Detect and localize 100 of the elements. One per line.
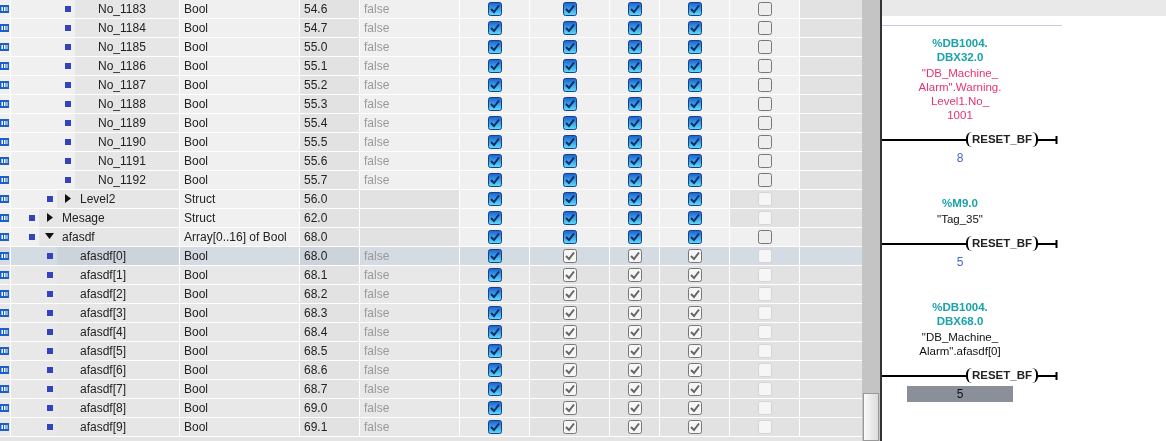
checkbox[interactable]: [687, 21, 702, 35]
checkbox[interactable]: [562, 401, 577, 415]
checkbox[interactable]: [627, 230, 642, 244]
checkbox[interactable]: [627, 97, 642, 111]
checkbox[interactable]: [562, 287, 577, 301]
checkbox[interactable]: [487, 230, 502, 244]
table-row[interactable]: No_1190 Bool 55.5 false: [0, 133, 862, 152]
scrollbar-thumb[interactable]: [863, 393, 879, 441]
checkbox[interactable]: [627, 116, 642, 130]
collapse-arrow-icon[interactable]: [45, 233, 54, 239]
checkbox[interactable]: [562, 154, 577, 168]
checkbox[interactable]: [687, 325, 702, 339]
checkbox[interactable]: [487, 154, 502, 168]
checkbox[interactable]: [687, 192, 702, 206]
checkbox[interactable]: [562, 173, 577, 187]
table-row[interactable]: No_1189 Bool 55.4 false: [0, 114, 862, 133]
checkbox[interactable]: [757, 2, 772, 16]
checkbox[interactable]: [687, 116, 702, 130]
checkbox[interactable]: [687, 306, 702, 320]
checkbox[interactable]: [627, 135, 642, 149]
coil-instruction[interactable]: RESET_BF: [965, 236, 1038, 251]
checkbox[interactable]: [562, 40, 577, 54]
table-row[interactable]: afasdf[9] Bool 69.1 false: [0, 418, 862, 437]
checkbox[interactable]: [562, 325, 577, 339]
checkbox[interactable]: [487, 363, 502, 377]
checkbox[interactable]: [627, 249, 642, 263]
checkbox[interactable]: [487, 40, 502, 54]
checkbox[interactable]: [562, 135, 577, 149]
checkbox[interactable]: [757, 230, 772, 244]
checkbox[interactable]: [687, 363, 702, 377]
table-row[interactable]: afasdf Array[0..16] of Bool 68.0: [0, 228, 862, 247]
checkbox[interactable]: [627, 287, 642, 301]
checkbox[interactable]: [487, 21, 502, 35]
checkbox[interactable]: [487, 420, 502, 434]
checkbox[interactable]: [562, 59, 577, 73]
table-row[interactable]: No_1187 Bool 55.2 false: [0, 76, 862, 95]
checkbox[interactable]: [562, 268, 577, 282]
checkbox[interactable]: [687, 401, 702, 415]
table-row[interactable]: afasdf[2] Bool 68.2 false: [0, 285, 862, 304]
checkbox[interactable]: [627, 325, 642, 339]
table-row[interactable]: afasdf[5] Bool 68.5 false: [0, 342, 862, 361]
checkbox[interactable]: [562, 344, 577, 358]
checkbox[interactable]: [687, 420, 702, 434]
checkbox[interactable]: [627, 59, 642, 73]
table-row[interactable]: afasdf[6] Bool 68.6 false: [0, 361, 862, 380]
checkbox[interactable]: [627, 420, 642, 434]
table-row[interactable]: afasdf[7] Bool 68.7 false: [0, 380, 862, 399]
checkbox[interactable]: [627, 154, 642, 168]
checkbox[interactable]: [487, 382, 502, 396]
checkbox[interactable]: [487, 192, 502, 206]
checkbox[interactable]: [687, 268, 702, 282]
checkbox[interactable]: [687, 230, 702, 244]
checkbox[interactable]: [627, 211, 642, 225]
checkbox[interactable]: [562, 78, 577, 92]
table-row[interactable]: afasdf[1] Bool 68.1 false: [0, 266, 862, 285]
table-row[interactable]: No_1192 Bool 55.7 false: [0, 171, 862, 190]
checkbox[interactable]: [562, 363, 577, 377]
coil-instruction[interactable]: RESET_BF: [965, 368, 1038, 383]
checkbox[interactable]: [487, 325, 502, 339]
checkbox[interactable]: [687, 249, 702, 263]
checkbox[interactable]: [562, 249, 577, 263]
table-row[interactable]: afasdf[8] Bool 69.0 false: [0, 399, 862, 418]
expand-arrow-icon[interactable]: [65, 194, 71, 203]
table-row[interactable]: No_1186 Bool 55.1 false: [0, 57, 862, 76]
checkbox[interactable]: [487, 173, 502, 187]
checkbox[interactable]: [487, 268, 502, 282]
checkbox[interactable]: [487, 78, 502, 92]
checkbox[interactable]: [687, 2, 702, 16]
checkbox[interactable]: [627, 344, 642, 358]
checkbox[interactable]: [627, 401, 642, 415]
checkbox[interactable]: [687, 211, 702, 225]
checkbox[interactable]: [487, 97, 502, 111]
checkbox[interactable]: [757, 97, 772, 111]
checkbox[interactable]: [487, 211, 502, 225]
table-row[interactable]: No_1185 Bool 55.0 false: [0, 38, 862, 57]
checkbox[interactable]: [562, 97, 577, 111]
checkbox[interactable]: [487, 344, 502, 358]
table-row[interactable]: afasdf[3] Bool 68.3 false: [0, 304, 862, 323]
checkbox[interactable]: [627, 382, 642, 396]
checkbox[interactable]: [757, 135, 772, 149]
checkbox[interactable]: [487, 2, 502, 16]
checkbox[interactable]: [687, 40, 702, 54]
checkbox[interactable]: [487, 116, 502, 130]
checkbox[interactable]: [757, 173, 772, 187]
table-row[interactable]: No_1191 Bool 55.6 false: [0, 152, 862, 171]
checkbox[interactable]: [487, 287, 502, 301]
checkbox[interactable]: [627, 21, 642, 35]
checkbox[interactable]: [562, 192, 577, 206]
checkbox[interactable]: [627, 363, 642, 377]
table-row[interactable]: afasdf[4] Bool 68.4 false: [0, 323, 862, 342]
checkbox[interactable]: [687, 59, 702, 73]
checkbox[interactable]: [627, 173, 642, 187]
checkbox[interactable]: [562, 420, 577, 434]
checkbox[interactable]: [627, 40, 642, 54]
checkbox[interactable]: [757, 40, 772, 54]
checkbox[interactable]: [487, 135, 502, 149]
table-row[interactable]: Level2 Struct 56.0: [0, 190, 862, 209]
checkbox[interactable]: [687, 344, 702, 358]
checkbox[interactable]: [757, 116, 772, 130]
checkbox[interactable]: [487, 59, 502, 73]
